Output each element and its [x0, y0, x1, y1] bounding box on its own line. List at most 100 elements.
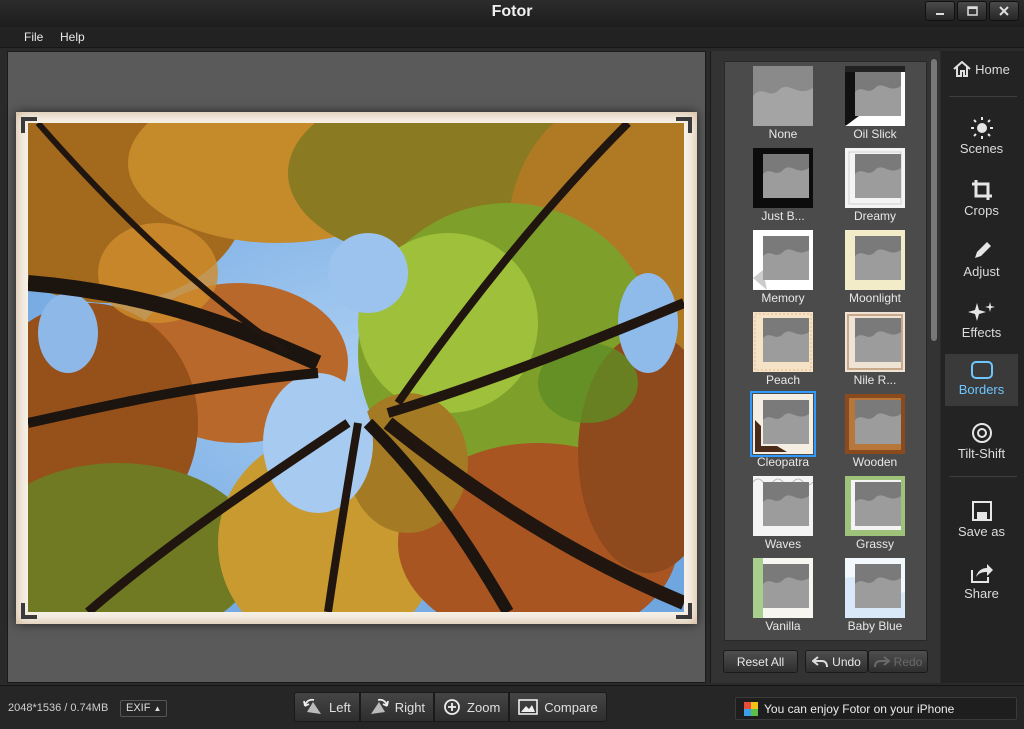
- border-preview-image: [753, 148, 813, 208]
- nav-scenes-label: Scenes: [959, 141, 1004, 156]
- zoom-icon: [444, 699, 460, 715]
- border-thumbnails-list[interactable]: None Oil Slick Just B... Dreamy Memory Moonli…: [724, 61, 927, 641]
- border-preview-image: [845, 476, 905, 536]
- border-preview-image: [845, 394, 905, 454]
- nav-scenes[interactable]: Scenes: [945, 111, 1018, 161]
- nav-share[interactable]: Share: [945, 556, 1018, 606]
- pencil-icon: [974, 242, 991, 258]
- border-thumbnail-grassy[interactable]: Grassy: [835, 474, 926, 556]
- rotate-right-icon: [370, 698, 389, 714]
- border-preview-image: [845, 230, 905, 290]
- border-thumbnail-label: None: [768, 127, 798, 141]
- border-preview-image: [845, 558, 905, 618]
- border-thumbnail-none[interactable]: None: [743, 64, 835, 146]
- nav-effects-label: Effects: [961, 325, 1002, 340]
- zoom-button[interactable]: Zoom: [434, 692, 510, 722]
- undo-button[interactable]: Undo: [805, 650, 868, 673]
- compare-button[interactable]: Compare: [509, 692, 607, 722]
- reset-all-label: Reset All: [736, 654, 785, 669]
- home-icon: [953, 61, 971, 77]
- nav-adjust-label: Adjust: [963, 264, 1000, 279]
- border-thumbnail-nile[interactable]: Nile R...: [835, 310, 926, 392]
- iphone-promo-banner[interactable]: You can enjoy Fotor on your iPhone: [735, 697, 1017, 720]
- status-bar: 2048*1536 / 0.74MB EXIF ▲ Left Right Zoo…: [0, 685, 1024, 729]
- borders-panel: None Oil Slick Just B... Dreamy Memory Moonli…: [710, 51, 940, 683]
- autumn-trees-photo: [28, 123, 684, 612]
- rotate-left-label: Left: [329, 699, 351, 715]
- rotate-right-button[interactable]: Right: [359, 692, 435, 722]
- border-thumbnail-cleo[interactable]: Cleopatra: [743, 391, 835, 474]
- nav-home[interactable]: Home: [945, 53, 1018, 89]
- maximize-icon: [966, 6, 978, 16]
- frame-corner-bottom-right: [676, 603, 692, 619]
- rounded-rect-icon: [970, 361, 993, 379]
- undo-icon: [812, 655, 829, 667]
- border-thumbnail-peach[interactable]: Peach: [743, 310, 835, 392]
- border-thumbnail-label: Dreamy: [853, 209, 896, 223]
- border-preview-image: [752, 476, 814, 536]
- nav-save-as[interactable]: Save as: [945, 494, 1018, 544]
- border-thumbnail-black[interactable]: Just B...: [743, 146, 835, 228]
- image-dimensions: 2048*1536 / 0.74MB: [8, 702, 109, 714]
- border-preview-image: [753, 66, 813, 126]
- nav-save-as-label: Save as: [958, 524, 1005, 539]
- nav-tilt-shift[interactable]: Tilt-Shift: [945, 416, 1018, 466]
- rotate-left-icon: [303, 698, 321, 714]
- nav-borders[interactable]: Borders: [945, 354, 1018, 406]
- border-thumbnail-label: Vanilla: [765, 619, 801, 633]
- fotor-logo-icon: [744, 701, 758, 716]
- border-thumbnail-label: Moonlight: [848, 291, 902, 305]
- photo-image[interactable]: [28, 123, 684, 612]
- title-bar: Fotor: [0, 0, 1024, 27]
- border-thumbnail-dreamy[interactable]: Dreamy: [835, 146, 926, 228]
- border-thumbnail-label: Baby Blue: [847, 619, 903, 633]
- nav-divider: [949, 476, 1017, 477]
- border-preview-image: [753, 558, 813, 618]
- border-thumbnail-waves[interactable]: Waves: [743, 474, 835, 556]
- nav-tilt-shift-label: Tilt-Shift: [957, 446, 1006, 461]
- exif-button[interactable]: EXIF ▲: [120, 700, 168, 717]
- border-thumbnail-label: Oil Slick: [853, 127, 897, 141]
- reset-all-button[interactable]: Reset All: [723, 650, 798, 673]
- border-thumbnail-oil[interactable]: Oil Slick: [835, 64, 926, 146]
- border-thumbnail-vanilla[interactable]: Vanilla: [743, 556, 835, 638]
- border-thumbnail-memory[interactable]: Memory: [743, 228, 835, 310]
- rotate-left-button[interactable]: Left: [294, 692, 360, 722]
- redo-label: Redo: [893, 654, 923, 669]
- share-icon: [970, 564, 993, 583]
- border-thumbnail-label: Waves: [764, 537, 802, 551]
- save-icon: [971, 501, 992, 521]
- menu-bar: File Help: [0, 27, 1024, 48]
- border-thumbnail-baby[interactable]: Baby Blue: [835, 556, 926, 638]
- maximize-button[interactable]: [957, 1, 987, 21]
- nav-home-label: Home: [975, 61, 1010, 77]
- minimize-button[interactable]: [925, 1, 955, 21]
- nav-adjust[interactable]: Adjust: [945, 234, 1018, 284]
- compare-label: Compare: [544, 699, 598, 715]
- sparkle-icon: [967, 302, 995, 321]
- triangle-up-icon: ▲: [153, 704, 162, 713]
- border-thumbnail-wood[interactable]: Wooden: [835, 392, 926, 474]
- redo-button[interactable]: Redo: [868, 650, 928, 673]
- undo-label: Undo: [832, 654, 861, 669]
- menu-file[interactable]: File: [24, 30, 43, 44]
- menu-help[interactable]: Help: [60, 30, 85, 44]
- nav-divider: [949, 96, 1017, 97]
- frame-corner-top-right: [676, 117, 692, 133]
- thumbnails-scrollbar[interactable]: [931, 59, 937, 341]
- nav-crops[interactable]: Crops: [945, 173, 1018, 223]
- photo-border-frame: [16, 112, 697, 624]
- nav-effects[interactable]: Effects: [945, 295, 1018, 345]
- rotate-right-label: Right: [394, 699, 426, 715]
- promo-text: You can enjoy Fotor on your iPhone: [764, 701, 955, 716]
- nav-crops-label: Crops: [964, 203, 999, 218]
- border-thumbnail-label: Cleopatra: [756, 455, 810, 469]
- minimize-icon: [936, 13, 944, 15]
- close-button[interactable]: [989, 1, 1019, 21]
- border-preview-image: [750, 391, 816, 457]
- border-preview-image: [753, 312, 813, 372]
- target-icon: [971, 423, 992, 443]
- zoom-label: Zoom: [467, 699, 501, 715]
- border-thumbnail-label: Wooden: [852, 455, 898, 469]
- border-thumbnail-moon[interactable]: Moonlight: [835, 228, 926, 310]
